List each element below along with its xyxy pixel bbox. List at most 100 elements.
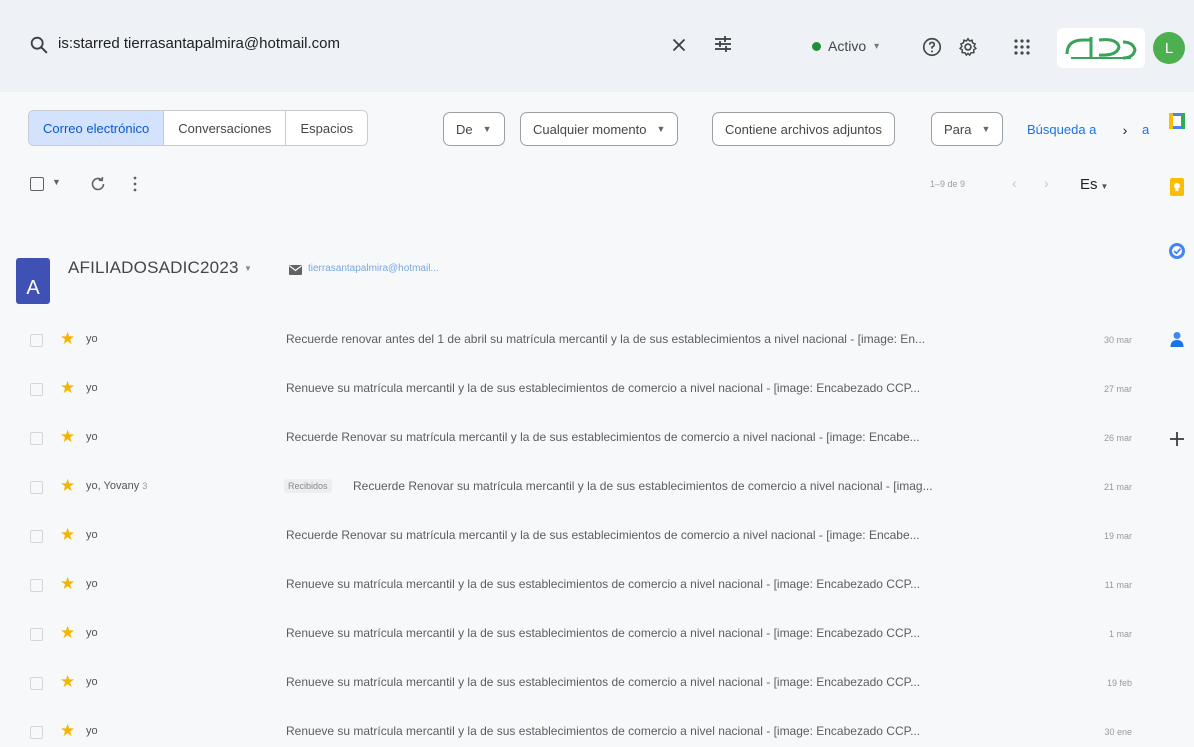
star-icon[interactable]: ★ (60, 476, 75, 496)
mail-date: 30 ene (1104, 727, 1132, 737)
star-icon[interactable]: ★ (60, 623, 75, 643)
mail-date: 19 feb (1106, 678, 1132, 688)
mail-sender: yo (86, 529, 98, 541)
row-checkbox[interactable] (30, 628, 43, 641)
organization-logo-icon (1065, 37, 1137, 60)
mail-sender-name: yo (86, 578, 98, 590)
mail-row[interactable]: ★ yo, Yovany 3 Recibidos Recuerde Renovar su… (0, 465, 1160, 514)
advanced-search-link[interactable]: Búsqueda a (1027, 122, 1096, 137)
row-checkbox[interactable] (30, 726, 43, 739)
mail-subject: Recuerde Renovar su matrícula mercantil … (353, 479, 933, 493)
chevron-right-icon[interactable]: › (1044, 175, 1049, 191)
mail-sender: yo (86, 725, 98, 737)
mail-sender-name: yo (86, 529, 98, 541)
mail-date: 11 mar (1104, 580, 1132, 590)
mail-sender-name: yo (86, 725, 98, 737)
star-icon[interactable]: ★ (60, 329, 75, 349)
row-checkbox[interactable] (30, 677, 43, 690)
row-checkbox[interactable] (30, 334, 43, 347)
mail-sender: yo (86, 333, 98, 345)
refresh-icon[interactable] (88, 174, 108, 194)
mail-row[interactable]: ★ yo Renueve su matrícula mercantil y la d… (0, 612, 1160, 661)
mail-sender: yo (86, 627, 98, 639)
row-checkbox[interactable] (30, 383, 43, 396)
mail-row[interactable]: ★ yo Renueve su matrícula mercantil y la d… (0, 661, 1160, 710)
mail-sender: yo (86, 676, 98, 688)
mail-date: 26 mar (1103, 433, 1132, 443)
chevron-down-icon: ▼ (482, 124, 492, 134)
contacts-icon[interactable] (1168, 330, 1186, 348)
filter-to-chip[interactable]: Para ▼ (931, 112, 1004, 146)
more-vert-icon[interactable] (131, 174, 139, 194)
organization-logo[interactable] (1057, 28, 1145, 68)
status-label: Activo (828, 38, 867, 54)
thread-count: 3 (142, 481, 148, 491)
mail-list: ★ yo Recuerde renovar antes del 1 de abril… (0, 318, 1160, 747)
search-options-icon[interactable] (711, 32, 735, 56)
row-checkbox[interactable] (30, 530, 43, 543)
row-checkbox[interactable] (30, 481, 43, 494)
mail-row[interactable]: ★ yo Renueve su matrícula mercantil y la d… (0, 563, 1160, 612)
help-icon[interactable] (921, 36, 943, 58)
mail-row[interactable]: ★ yo Recuerde Renovar su matrícula mercant… (0, 514, 1160, 563)
select-all-checkbox[interactable] (30, 177, 44, 191)
segment-email[interactable]: Correo electrónico (29, 111, 164, 145)
filter-attachments-chip[interactable]: Contiene archivos adjuntos (712, 112, 895, 146)
chevron-right-icon[interactable]: › (1110, 116, 1140, 144)
status-dot-icon (812, 41, 821, 51)
inbox-label-badge[interactable]: Recibidos (284, 479, 332, 493)
star-icon[interactable]: ★ (60, 574, 75, 594)
mail-row[interactable]: ★ yo Renueve su matrícula mercantil y la d… (0, 710, 1160, 747)
contact-email-link[interactable]: tierrasantapalmira@hotmail... (308, 263, 439, 274)
search-icon[interactable] (28, 34, 50, 56)
contact-avatar[interactable]: A (16, 258, 50, 304)
top-bar: is:starred tierrasantapalmira@hotmail.co… (0, 0, 1194, 92)
star-icon[interactable]: ★ (60, 427, 75, 447)
keep-icon[interactable] (1168, 178, 1186, 196)
mail-row[interactable]: ★ yo Recuerde Renovar su matrícula mercant… (0, 416, 1160, 465)
chevron-down-icon: ▼ (656, 124, 666, 134)
row-checkbox[interactable] (30, 432, 43, 445)
segment-spaces[interactable]: Espacios (285, 111, 368, 145)
calendar-icon[interactable] (1168, 112, 1186, 130)
star-icon[interactable]: ★ (60, 721, 75, 741)
filter-to-label: Para (944, 121, 972, 137)
mail-subject: Renueve su matrícula mercantil y la de s… (286, 724, 921, 738)
star-icon[interactable]: ★ (60, 672, 75, 692)
input-language-label: Es (1080, 176, 1098, 193)
chevron-down-icon[interactable]: ▼ (244, 264, 252, 273)
mail-date: 30 mar (1103, 335, 1132, 345)
tasks-icon[interactable] (1168, 242, 1186, 260)
mail-subject: Renueve su matrícula mercantil y la de s… (286, 675, 921, 689)
filter-time-chip[interactable]: Cualquier momento ▼ (520, 112, 679, 146)
search-bar[interactable]: is:starred tierrasantapalmira@hotmail.co… (18, 18, 748, 72)
mail-subject: Recuerde renovar antes del 1 de abril su… (286, 332, 925, 346)
status-selector[interactable]: Activo ▾ (812, 38, 879, 54)
mail-subject: Renueve su matrícula mercantil y la de s… (286, 577, 921, 591)
star-icon[interactable]: ★ (60, 525, 75, 545)
star-icon[interactable]: ★ (60, 378, 75, 398)
contact-card: A AFILIADOSADIC2023 ▼ tierrasantapalmira… (0, 238, 1160, 308)
mail-row[interactable]: ★ yo Renueve su matrícula mercantil y la d… (0, 367, 1160, 416)
gear-icon[interactable] (957, 36, 979, 58)
contact-name[interactable]: AFILIADOSADIC2023 (68, 258, 239, 278)
input-tools-selector[interactable]: Es ▼ (1080, 176, 1108, 193)
pagination-info: 1–9 de 9 (930, 179, 966, 189)
chevron-down-icon[interactable]: ▼ (52, 177, 61, 187)
side-panel (1160, 92, 1194, 747)
row-checkbox[interactable] (30, 579, 43, 592)
mail-subject: Recuerde Renovar su matrícula mercantil … (286, 528, 920, 542)
mail-row[interactable]: ★ yo Recuerde renovar antes del 1 de abril… (0, 318, 1160, 367)
add-icon[interactable] (1168, 430, 1186, 448)
apps-grid-icon[interactable] (1012, 37, 1032, 57)
chevron-left-icon[interactable]: ‹ (1012, 175, 1017, 191)
filter-from-chip[interactable]: De ▼ (443, 112, 505, 146)
filter-attachments-label: Contiene archivos adjuntos (725, 121, 882, 137)
clear-search-icon[interactable] (668, 34, 690, 56)
chevron-down-icon: ▼ (1100, 182, 1109, 191)
mail-sender-name: yo, Yovany (86, 480, 140, 492)
account-avatar[interactable]: L (1153, 32, 1185, 64)
search-input[interactable]: is:starred tierrasantapalmira@hotmail.co… (58, 35, 340, 52)
mail-icon (289, 265, 302, 275)
segment-conversations[interactable]: Conversaciones (163, 111, 286, 145)
